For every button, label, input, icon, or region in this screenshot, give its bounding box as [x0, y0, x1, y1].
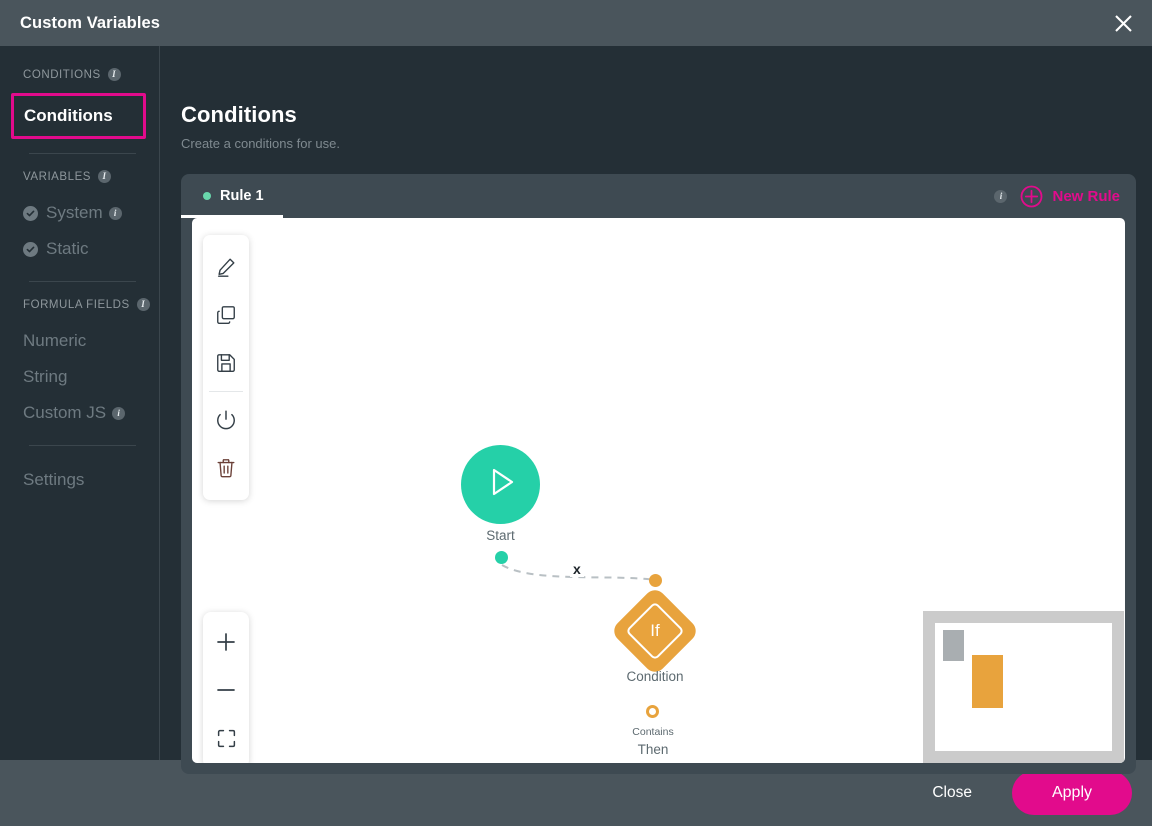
- save-tool-button[interactable]: [203, 339, 249, 387]
- sidebar-item-label: System: [46, 203, 103, 222]
- toolbar-divider: [209, 391, 243, 392]
- sidebar-item-label: Static: [46, 239, 89, 258]
- new-rule-button[interactable]: New Rule: [1020, 185, 1120, 208]
- sidebar-heading-label: FORMULA FIELDS: [23, 298, 130, 311]
- sidebar-item-label: String: [23, 367, 68, 386]
- then-branch-label: Then: [637, 742, 669, 757]
- tab-label: Rule 1: [220, 188, 264, 204]
- condition-node[interactable]: [609, 585, 701, 677]
- close-button[interactable]: Close: [910, 774, 994, 812]
- edge-delete-marker[interactable]: x: [570, 561, 584, 577]
- minimap-node-start: [943, 630, 964, 661]
- zoom-in-button[interactable]: [203, 618, 249, 666]
- page-title: Conditions: [181, 102, 297, 127]
- sidebar-item-numeric[interactable]: Numeric: [0, 323, 159, 359]
- custom-variables-dialog: Custom Variables CONDITIONS i Conditions: [0, 0, 1152, 826]
- new-rule-label: New Rule: [1052, 187, 1120, 205]
- sidebar-item-conditions[interactable]: Conditions: [11, 93, 146, 139]
- sidebar-item-system[interactable]: System i: [0, 195, 159, 231]
- info-icon[interactable]: i: [107, 68, 121, 81]
- minimap[interactable]: [923, 611, 1124, 763]
- sidebar-group-variables: VARIABLES i System i Static: [0, 170, 159, 267]
- sidebar-item-label: Custom JS: [23, 403, 107, 422]
- fit-screen-icon[interactable]: [203, 714, 249, 762]
- start-node[interactable]: [461, 445, 540, 524]
- condition-node-label: Condition: [626, 669, 684, 684]
- duplicate-tool-button[interactable]: [203, 291, 249, 339]
- sidebar-heading-variables: VARIABLES i: [0, 170, 159, 183]
- info-icon[interactable]: i: [136, 298, 150, 311]
- tab-bar-actions: i New Rule: [994, 185, 1122, 208]
- status-dot: [203, 192, 211, 200]
- power-tool-button[interactable]: [203, 396, 249, 444]
- delete-tool-button[interactable]: [203, 444, 249, 492]
- apply-button[interactable]: Apply: [1011, 771, 1132, 815]
- sidebar-heading-formula-fields: FORMULA FIELDS i: [0, 298, 159, 311]
- sidebar-item-custom-js[interactable]: Custom JS i: [0, 395, 159, 431]
- then-branch-operator: Contains: [632, 726, 674, 738]
- tab-bar: Rule 1 i New Rule: [181, 174, 1136, 218]
- info-icon[interactable]: i: [98, 170, 112, 183]
- sidebar-divider: [29, 281, 136, 282]
- check-circle-icon: [23, 205, 38, 221]
- sidebar-item-label: Conditions: [24, 106, 113, 125]
- minimap-viewport: [935, 623, 1112, 751]
- check-circle-icon: [23, 241, 38, 257]
- sidebar-item-settings[interactable]: Settings: [0, 462, 159, 498]
- condition-node-inner-diamond: [625, 601, 685, 661]
- sidebar-heading-label: VARIABLES: [23, 170, 92, 183]
- dialog-titlebar: Custom Variables: [0, 0, 1152, 46]
- sidebar-group-formula-fields: FORMULA FIELDS i Numeric String Custom J…: [0, 298, 159, 431]
- sidebar-group-conditions: CONDITIONS i Conditions: [0, 68, 159, 139]
- plus-circle-icon: [1020, 185, 1043, 208]
- zoom-out-button[interactable]: [203, 666, 249, 714]
- zoom-controls: [203, 612, 249, 763]
- dialog-title: Custom Variables: [20, 13, 161, 32]
- sidebar-divider: [29, 445, 136, 446]
- sidebar-item-string[interactable]: String: [0, 359, 159, 395]
- dialog-body: CONDITIONS i Conditions VARIABLES i: [0, 46, 1152, 774]
- minimap-node-condition: [972, 655, 1003, 708]
- edit-tool-button[interactable]: [203, 243, 249, 291]
- info-icon[interactable]: i: [108, 206, 122, 220]
- start-output-port[interactable]: [495, 551, 508, 564]
- node-toolbar: [203, 235, 249, 500]
- sidebar-item-static[interactable]: Static: [0, 231, 159, 267]
- close-icon[interactable]: [1108, 8, 1138, 38]
- sidebar-heading-label: CONDITIONS: [23, 68, 101, 81]
- sidebar-item-label: Numeric: [23, 331, 87, 350]
- page-subtitle: Create a conditions for use.: [181, 136, 340, 151]
- sidebar: CONDITIONS i Conditions VARIABLES i: [0, 46, 160, 760]
- rules-card: Rule 1 i New Rule Start x If Condition C…: [181, 174, 1136, 774]
- flow-canvas[interactable]: Start x If Condition Contains Then: [192, 218, 1125, 763]
- sidebar-heading-conditions: CONDITIONS i: [0, 68, 159, 81]
- info-icon[interactable]: i: [112, 406, 126, 420]
- sidebar-divider: [29, 153, 136, 154]
- info-icon[interactable]: i: [994, 189, 1008, 203]
- sidebar-item-label: Settings: [23, 470, 85, 489]
- tab-rule-1[interactable]: Rule 1: [181, 174, 286, 218]
- play-icon: [482, 463, 520, 506]
- then-branch-port[interactable]: [646, 705, 659, 718]
- main-content: Conditions Create a conditions for use. …: [160, 46, 1152, 774]
- condition-input-port[interactable]: [649, 574, 662, 587]
- start-node-label: Start: [486, 528, 515, 543]
